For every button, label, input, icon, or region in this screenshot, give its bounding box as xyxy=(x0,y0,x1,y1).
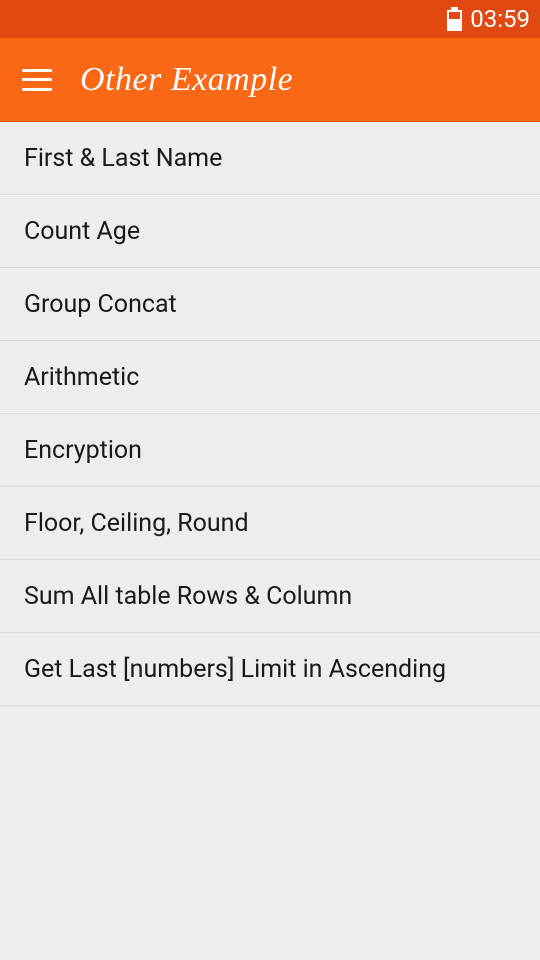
list-item-label: Group Concat xyxy=(24,290,177,319)
status-bar: 03:59 xyxy=(0,0,540,38)
status-time: 03:59 xyxy=(470,5,530,33)
list-item-label: Get Last [numbers] Limit in Ascending xyxy=(24,655,446,684)
app-bar: Other Example xyxy=(0,38,540,122)
list-item[interactable]: Encryption xyxy=(0,414,540,487)
list-item-label: Sum All table Rows & Column xyxy=(24,582,352,611)
list-item[interactable]: Group Concat xyxy=(0,268,540,341)
list-item[interactable]: First & Last Name xyxy=(0,122,540,195)
list-item[interactable]: Get Last [numbers] Limit in Ascending xyxy=(0,633,540,706)
hamburger-menu-icon[interactable] xyxy=(22,69,52,91)
list-item-label: Encryption xyxy=(24,436,142,465)
list-item[interactable]: Arithmetic xyxy=(0,341,540,414)
list-item[interactable]: Sum All table Rows & Column xyxy=(0,560,540,633)
page-title: Other Example xyxy=(80,61,293,99)
list-item-label: Arithmetic xyxy=(24,363,139,392)
list-item[interactable]: Count Age xyxy=(0,195,540,268)
list-item-label: Floor, Ceiling, Round xyxy=(24,509,249,538)
list-item[interactable]: Floor, Ceiling, Round xyxy=(0,487,540,560)
example-list: First & Last Name Count Age Group Concat… xyxy=(0,122,540,706)
battery-icon xyxy=(447,7,462,31)
list-item-label: Count Age xyxy=(24,217,140,246)
list-item-label: First & Last Name xyxy=(24,144,222,173)
